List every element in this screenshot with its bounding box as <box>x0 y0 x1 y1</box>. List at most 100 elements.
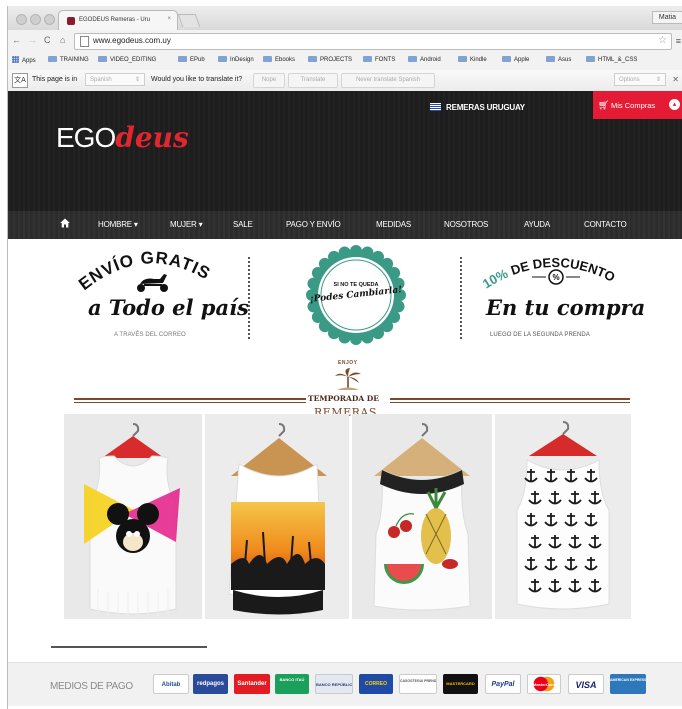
payment-logo: Abitab <box>153 674 189 694</box>
folder-icon <box>363 56 372 62</box>
address-row: ← → C ⌂ www.egodeus.com.uy ☆ ≡ <box>8 30 682 52</box>
back-arrow-icon[interactable]: ← <box>12 35 21 45</box>
bookmark-label: EPub <box>190 57 205 63</box>
palm-tree-icon <box>335 368 361 390</box>
folder-icon <box>218 56 227 62</box>
nav-contacto[interactable]: CONTACTO <box>584 220 627 229</box>
home-nav-icon[interactable] <box>60 218 70 228</box>
nope-button[interactable]: Nope <box>253 73 285 88</box>
bookmark-training[interactable]: TRAINING <box>48 56 89 63</box>
payment-logo: CASOSTEGUI PRENDA <box>399 674 437 694</box>
divider-line <box>74 402 306 403</box>
logo-deus: deus <box>115 121 189 154</box>
folder-icon <box>502 56 511 62</box>
bookmark-label: VIDEO_EDITING <box>110 57 157 63</box>
payment-logo: PayPal <box>485 674 521 694</box>
options-select[interactable]: Options ⇕ <box>614 73 666 86</box>
site-header: REMERAS URUGUAY 🛒︎ Mis Compras ▴ EGOdeus <box>8 91 682 211</box>
nav-hombre[interactable]: HOMBRE ▾ <box>98 220 138 229</box>
promo-divider <box>460 257 462 339</box>
bookmark-label: Apple <box>514 57 530 63</box>
profile-button[interactable]: Matia <box>651 11 682 24</box>
bookmark-apps[interactable]: Apps <box>12 56 36 64</box>
bookmark-star-icon[interactable]: ☆ <box>658 35 667 46</box>
free-shipping-note: A TRAVÉS DEL CORREO <box>114 332 186 338</box>
close-translate-icon[interactable]: ✕ <box>672 75 679 84</box>
product-card-sunset[interactable] <box>205 414 349 619</box>
address-bar[interactable]: www.egodeus.com.uy ☆ <box>74 33 672 50</box>
season-banner: ENJOY TEMPORADA DE REMERAS <box>8 354 682 419</box>
bookmark-label: Kindle <box>470 57 487 63</box>
browser-tab[interactable]: EGODEUS Remeras - Uru × <box>58 10 178 31</box>
language-select[interactable]: Spanish ⇕ <box>85 73 145 86</box>
bookmark-label: Apps <box>22 58 36 64</box>
scooter-icon <box>137 274 168 292</box>
cart-label: Mis Compras <box>611 101 656 110</box>
nav-mujer[interactable]: MUJER ▾ <box>170 220 203 229</box>
free-shipping-script: a Todo el país <box>88 295 249 320</box>
section-divider <box>51 646 207 648</box>
nav-pago-envio[interactable]: PAGO Y ENVÍO <box>286 220 341 229</box>
cart-button[interactable]: 🛒︎ Mis Compras ▴ <box>593 91 682 119</box>
forward-arrow-icon[interactable]: → <box>28 35 37 45</box>
nav-medidas[interactable]: MEDIDAS <box>376 220 411 229</box>
browser-window: EGODEUS Remeras - Uru × Matia ← → C ⌂ ww… <box>7 6 682 709</box>
close-tab-icon[interactable]: × <box>167 16 171 22</box>
bookmark-projects[interactable]: PROJECTS <box>308 56 352 63</box>
product-card-mickey[interactable] <box>64 414 202 619</box>
folder-icon <box>308 56 317 62</box>
site-logo[interactable]: EGOdeus <box>56 121 189 154</box>
product-card-anchor[interactable] <box>495 414 631 619</box>
bookmark-kindle[interactable]: Kindle <box>458 56 487 63</box>
sunset-tank-top-image <box>205 414 349 619</box>
nav-ayuda[interactable]: AYUDA <box>524 220 550 229</box>
payment-logo: Santander <box>234 674 270 694</box>
nav-nosotros[interactable]: NOSOTROS <box>444 220 488 229</box>
bookmark-apple[interactable]: Apple <box>502 56 529 63</box>
close-window-button[interactable] <box>16 14 27 25</box>
chevron-up-icon: ▴ <box>669 99 680 110</box>
page-icon <box>80 36 89 47</box>
product-card-fruit[interactable] <box>352 414 492 619</box>
bookmark-video-editing[interactable]: VIDEO_EDITING <box>98 56 156 63</box>
svg-text:%: % <box>552 273 559 282</box>
minimize-window-button[interactable] <box>30 14 41 25</box>
bookmark-epub[interactable]: EPub <box>178 56 205 63</box>
payment-label: MEDIOS DE PAGO <box>50 681 133 692</box>
country-link[interactable]: REMERAS URUGUAY <box>446 103 525 112</box>
bookmark-ebooks[interactable]: Ebooks <box>263 56 295 63</box>
bookmark-label: FONTS <box>375 57 396 63</box>
payment-logo: BANCO REPÚBLICA <box>315 674 353 694</box>
divider-line <box>390 398 630 400</box>
never-translate-button[interactable]: Never translate Spanish <box>341 73 435 88</box>
translate-prefix: This page is in <box>32 76 78 83</box>
url-text: www.egodeus.com.uy <box>93 36 171 45</box>
bookmarks-bar: Apps TRAINING VIDEO_EDITING EPub InDesign Ebo… <box>8 52 682 71</box>
favicon-icon <box>67 17 75 25</box>
uruguay-flag-icon <box>430 103 441 111</box>
zoom-window-button[interactable] <box>44 14 55 25</box>
tab-title: EGODEUS Remeras - Uru <box>79 17 151 23</box>
bookmark-fonts[interactable]: FONTS <box>363 56 395 63</box>
folder-icon <box>98 56 107 62</box>
reload-icon[interactable]: C <box>44 35 51 45</box>
nav-sale[interactable]: SALE <box>233 220 253 229</box>
enjoy-label: ENJOY <box>338 360 358 366</box>
promo-divider <box>248 257 250 339</box>
translate-icon: 文A <box>12 73 28 88</box>
discount-note: LUEGO DE LA SEGUNDA PRENDA <box>490 332 590 338</box>
bookmark-html-css[interactable]: HTML_&_CSS <box>586 56 637 63</box>
menu-icon[interactable]: ≡ <box>676 36 681 46</box>
home-icon[interactable]: ⌂ <box>60 35 65 45</box>
bookmark-android[interactable]: Android <box>408 56 441 63</box>
bookmark-asus[interactable]: Asus <box>546 56 571 63</box>
fruit-tank-top-image <box>352 414 492 619</box>
promo-banner: ENVÍO GRATIS a Todo el país A TRAVÉS DEL… <box>8 239 682 354</box>
bookmark-label: Ebooks <box>275 57 296 63</box>
translate-button[interactable]: Translate <box>288 73 338 88</box>
folder-icon <box>458 56 467 62</box>
bookmark-indesign[interactable]: InDesign <box>218 56 254 63</box>
discount-script: En tu compra <box>486 295 646 320</box>
season-title: TEMPORADA DE <box>308 394 379 403</box>
new-tab-button[interactable] <box>177 14 201 27</box>
